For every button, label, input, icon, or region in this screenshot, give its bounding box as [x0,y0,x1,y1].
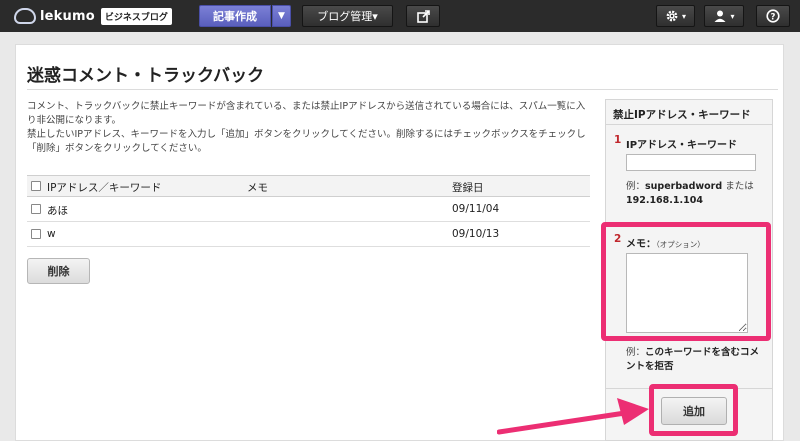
ip-keyword-input[interactable] [626,154,756,171]
blog-manage-menu-button[interactable]: ブログ管理▾ [302,5,393,27]
caret-down-icon: ▾ [730,11,735,21]
logo-badge: ビジネスブログ [100,7,172,25]
hint-example-ip: 192.168.1.104 [626,195,703,206]
gear-icon [666,10,678,22]
hint-prefix: 例： [626,181,646,192]
memo-hint-prefix: 例： [626,347,646,358]
hint-conjunction: または [722,181,754,192]
compose-post-button[interactable]: 記事作成 [199,5,271,27]
logo-text: lekumo [40,8,95,24]
memo-highlight-box [601,222,771,341]
description-text: コメント、トラックバックに禁止キーワードが含まれている、または禁止IPアドレスか… [27,101,586,154]
panel-divider [605,124,773,125]
help-button[interactable]: ? [756,5,790,27]
memo-hint-text: このキーワードを含むコメントを拒否 [626,347,760,372]
title-divider [27,89,778,90]
step-1-number: 1 [614,134,622,146]
help-icon: ? [766,9,780,23]
row-date: 09/10/13 [452,228,500,240]
caret-down-icon: ▾ [681,11,686,21]
table-header-row: IPアドレス／キーワード メモ 登録日 [27,175,590,197]
pointer-arrow-icon [497,398,649,435]
user-icon [714,10,726,22]
panel-title: 禁止IPアドレス・キーワード [613,109,751,121]
page-title: 迷惑コメント・トラックバック [27,66,265,86]
hint-example-keyword: superbadword [645,181,723,192]
settings-menu-button[interactable]: ▾ [656,5,695,27]
external-link-icon [416,9,430,23]
table-row: w 09/10/13 [27,222,590,247]
account-menu-button[interactable]: ▾ [704,5,744,27]
row-keyword: w [47,228,56,240]
ip-keyword-label: IPアドレス・キーワード [626,140,738,151]
row-date: 09/11/04 [452,203,500,215]
ip-keyword-hint: 例：superbadword または 192.168.1.104 [626,180,766,208]
blocked-items-table: IPアドレス／キーワード メモ 登録日 あほ 09/11/04 w 09/10/… [27,175,590,247]
delete-button[interactable]: 削除 [27,258,90,284]
add-button-highlight-box [649,384,738,436]
svg-text:?: ? [771,12,776,22]
caret-down-icon: ▼ [278,11,285,21]
column-header-memo: メモ [247,182,268,194]
memo-hint: 例：このキーワードを含むコメントを拒否 [626,346,766,374]
row-checkbox[interactable] [31,229,41,239]
cloud-logo-icon [14,8,36,24]
page-description: コメント、トラックバックに禁止キーワードが含まれている、または禁止IPアドレスか… [27,100,587,156]
row-checkbox[interactable] [31,204,41,214]
select-all-checkbox[interactable] [31,181,41,191]
compose-dropdown-button[interactable]: ▼ [272,5,291,27]
view-blog-button[interactable] [406,5,440,27]
column-header-date: 登録日 [452,182,484,194]
column-header-keyword: IPアドレス／キーワード [47,182,162,194]
table-row: あほ 09/11/04 [27,197,590,222]
lekumo-logo[interactable]: lekumo ビジネスブログ [14,6,172,26]
row-keyword: あほ [47,205,68,217]
